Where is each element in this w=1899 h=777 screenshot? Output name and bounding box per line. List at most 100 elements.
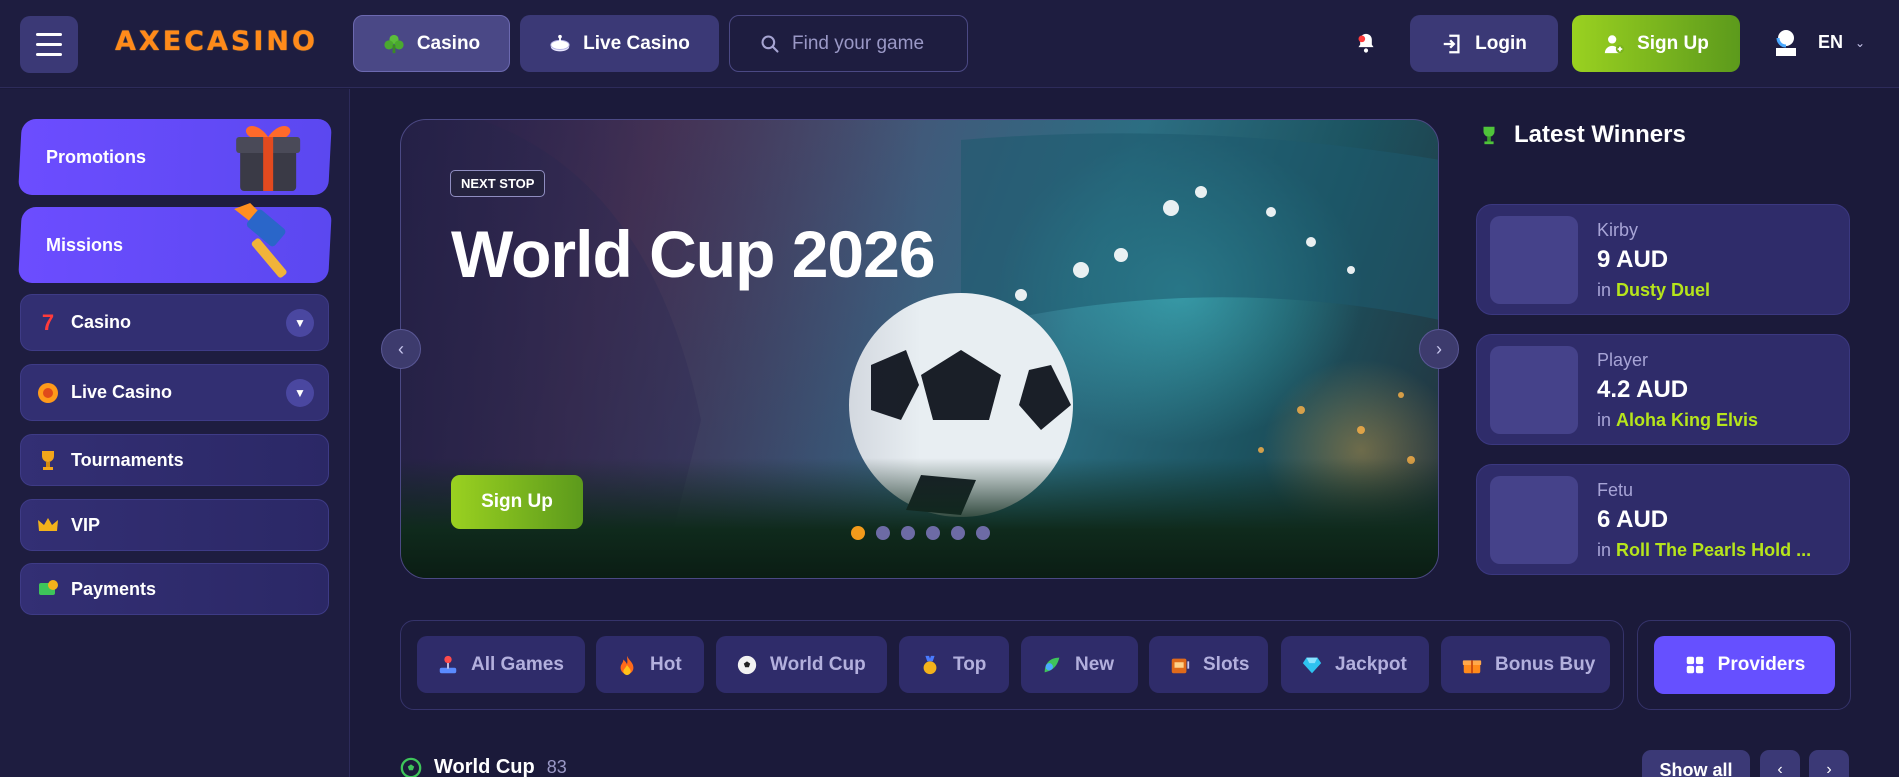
winner-game-name[interactable]: Roll The Pearls Hold ...: [1616, 540, 1811, 560]
providers-label: Providers: [1717, 654, 1806, 675]
sidebar-item-casino[interactable]: 7 Casino ▼: [20, 294, 329, 351]
new-icon: [1039, 652, 1065, 678]
chip-icon: [35, 380, 61, 406]
category-jackpot[interactable]: Jackpot: [1281, 636, 1429, 693]
banner-signup-button[interactable]: Sign Up: [451, 475, 583, 529]
winner-card[interactable]: Kirby 9 AUD in Dusty Duel: [1476, 204, 1850, 315]
winner-amount: 4.2 AUD: [1597, 376, 1689, 403]
providers-container: Providers: [1637, 620, 1851, 710]
pagination-dot[interactable]: [876, 526, 890, 540]
winner-game-line: in Dusty Duel: [1597, 280, 1710, 301]
sidebar-item-tournaments[interactable]: Tournaments: [20, 434, 329, 486]
notification-bell-icon[interactable]: [1356, 32, 1376, 54]
category-world-cup[interactable]: World Cup: [716, 636, 887, 693]
game-thumbnail: [1490, 476, 1578, 564]
category-slots[interactable]: Slots: [1149, 636, 1268, 693]
search-placeholder: Find your game: [792, 32, 925, 54]
section-prev-button[interactable]: ‹: [1760, 750, 1800, 777]
gift-icon: [1459, 652, 1485, 678]
sidebar-item-label: Payments: [71, 578, 157, 599]
winner-name: Fetu: [1597, 480, 1634, 500]
sidebar-item-label: Tournaments: [71, 449, 184, 470]
hero-banner[interactable]: NEXT STOP World Cup 2026 Sign Up: [400, 119, 1439, 579]
category-bonus-buy[interactable]: Bonus Buy: [1441, 636, 1610, 693]
club-icon: [384, 34, 404, 53]
signup-label: Sign Up: [1637, 32, 1709, 54]
medal-icon: [917, 652, 943, 678]
crown-icon: [35, 512, 61, 538]
sidebar-item-label: VIP: [71, 514, 101, 535]
nav-live-casino-label: Live Casino: [583, 32, 690, 54]
winner-card[interactable]: Fetu 6 AUD in Roll The Pearls Hold ...: [1476, 464, 1850, 575]
search-icon: [761, 34, 779, 53]
nav-casino-button[interactable]: Casino: [353, 15, 510, 72]
category-hot[interactable]: Hot: [596, 636, 704, 693]
search-input[interactable]: Find your game: [729, 15, 968, 72]
menu-button[interactable]: [20, 16, 78, 73]
category-bar: All Games Hot World Cup Top New Slots Ja…: [400, 620, 1624, 710]
chevron-down-icon[interactable]: ⌄: [1855, 36, 1865, 50]
section-header: World Cup 83: [400, 756, 567, 777]
winner-game-line: in Aloha King Elvis: [1597, 410, 1758, 431]
category-label: World Cup: [770, 653, 866, 675]
signup-button[interactable]: Sign Up: [1572, 15, 1740, 72]
login-label: Login: [1475, 32, 1527, 54]
category-label: Top: [953, 653, 987, 675]
winner-card[interactable]: Player 4.2 AUD in Aloha King Elvis: [1476, 334, 1850, 445]
pagination-dot[interactable]: [951, 526, 965, 540]
winner-name: Kirby: [1597, 220, 1639, 240]
providers-button[interactable]: Providers: [1654, 636, 1835, 694]
soccer-ball-icon: [400, 757, 422, 777]
add-user-icon: [1604, 34, 1625, 53]
winner-name: Player: [1597, 350, 1649, 370]
money-icon: [35, 576, 61, 602]
category-new[interactable]: New: [1021, 636, 1138, 693]
pagination-dot[interactable]: [976, 526, 990, 540]
grid-icon: [1686, 656, 1703, 674]
pagination-dot[interactable]: [851, 526, 865, 540]
login-icon: [1443, 34, 1460, 53]
language-flag-icon[interactable]: [1772, 28, 1800, 58]
chevron-down-icon[interactable]: ▼: [286, 378, 314, 407]
category-top[interactable]: Top: [899, 636, 1009, 693]
hamburger-line: [36, 43, 62, 46]
section-title: World Cup: [434, 756, 535, 777]
show-all-button[interactable]: Show all: [1642, 750, 1750, 777]
banner-prev-button[interactable]: ‹: [381, 329, 421, 369]
chevron-down-icon[interactable]: ▼: [286, 308, 314, 337]
seven-icon: 7: [41, 309, 55, 335]
latest-winners-title: Latest Winners: [1514, 121, 1686, 148]
diamond-icon: [1299, 652, 1325, 678]
category-label: New: [1075, 653, 1115, 675]
in-label: in: [1597, 280, 1612, 300]
category-all-games[interactable]: All Games: [417, 636, 585, 693]
category-label: Bonus Buy: [1495, 653, 1596, 675]
section-next-button[interactable]: ›: [1809, 750, 1849, 777]
sidebar-item-payments[interactable]: Payments: [20, 563, 329, 615]
sidebar-item-label: Live Casino: [71, 382, 173, 402]
language-label[interactable]: EN: [1818, 32, 1843, 53]
promotions-label: Promotions: [46, 146, 147, 167]
sidebar-promotions[interactable]: Promotions: [18, 119, 332, 195]
winner-game-name[interactable]: Dusty Duel: [1616, 280, 1710, 300]
hamburger-line: [36, 33, 62, 36]
pagination-dot[interactable]: [901, 526, 915, 540]
site-logo[interactable]: AXECASINO: [115, 26, 318, 62]
slot-machine-icon: [1167, 652, 1193, 678]
winner-game-name[interactable]: Aloha King Elvis: [1616, 410, 1758, 430]
sidebar-item-vip[interactable]: VIP: [20, 499, 329, 551]
category-label: All Games: [471, 653, 564, 675]
in-label: in: [1597, 410, 1612, 430]
banner-tag: NEXT STOP: [450, 170, 546, 197]
missions-label: Missions: [46, 234, 124, 255]
sidebar-missions[interactable]: Missions: [18, 203, 332, 283]
banner-next-button[interactable]: ›: [1419, 329, 1459, 369]
sidebar-item-live-casino[interactable]: Live Casino ▼: [20, 364, 329, 421]
login-button[interactable]: Login: [1410, 15, 1558, 72]
category-label: Jackpot: [1335, 653, 1407, 675]
pagination-dot[interactable]: [926, 526, 940, 540]
fire-icon: [614, 652, 640, 678]
top-header: AXECASINO Casino Live Casino Find your g…: [0, 0, 1899, 88]
winner-game-line: in Roll The Pearls Hold ...: [1597, 540, 1811, 561]
nav-live-casino-button[interactable]: Live Casino: [520, 15, 719, 72]
